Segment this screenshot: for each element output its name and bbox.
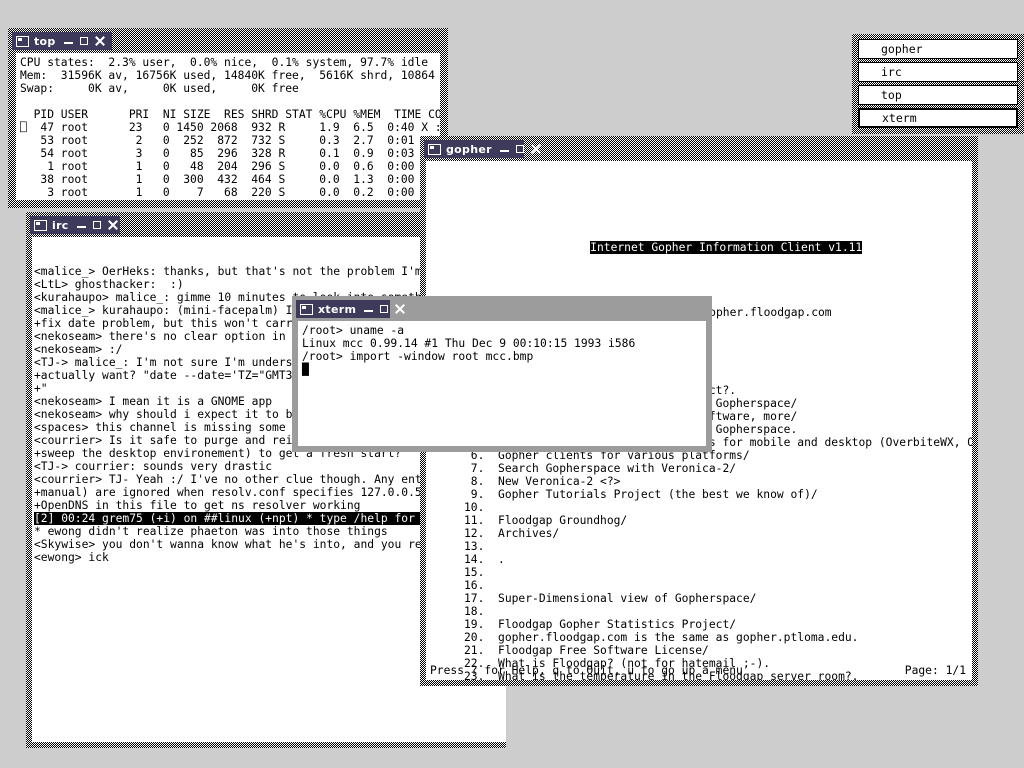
gopher-client-title: Internet Gopher Information Client v1.11 [590, 241, 863, 254]
maximize-icon[interactable] [80, 37, 88, 45]
close-icon[interactable] [395, 304, 405, 314]
minimize-icon[interactable] [499, 149, 509, 152]
desktop-root: top CPU states: 2.3% user, 0.0% nice, 0.… [0, 0, 1024, 768]
top-output-line: Mem: 31596K av, 16756K used, 14840K free… [20, 69, 440, 82]
maximize-icon[interactable] [92, 221, 101, 229]
gopher-menu-item[interactable]: 7. Search Gopherspace with Veronica-2/ [430, 462, 968, 475]
gopher-menu-item[interactable]: 12. Archives/ [430, 527, 968, 540]
gopher-status-left: Press ? for Help, q to Quit, u to go up … [430, 664, 743, 677]
window-list-item-label: irc [881, 65, 902, 79]
gopher-spacer-2 [430, 267, 968, 280]
window-irc-title: irc [52, 218, 69, 232]
top-output-line: 54 root 3 0 85 296 328 R 0.1 0.9 0:03 to… [20, 147, 440, 160]
maximize-icon[interactable] [515, 145, 524, 153]
close-icon[interactable] [95, 36, 105, 46]
top-output-line: CPU states: 2.3% user, 0.0% nice, 0.1% s… [20, 56, 429, 69]
gopher-menu-item[interactable]: 11. Floodgap Groundhog/ [430, 514, 968, 527]
xterm-cursor: █ [302, 363, 309, 376]
window-menu-icon[interactable] [428, 143, 441, 155]
window-gopher-title: gopher [446, 142, 492, 156]
gopher-menu-item[interactable]: 15. [430, 566, 968, 579]
top-output-line [20, 95, 436, 108]
gopher-menu-item[interactable]: 20. gopher.floodgap.com is the same as g… [430, 631, 968, 644]
gopher-menu-item[interactable]: 10. [430, 501, 968, 514]
window-xterm[interactable]: xterm /root> uname -a Linux mcc 0.99.14 #… [292, 296, 712, 452]
window-list-item-gopher[interactable]: gopher [858, 39, 1018, 59]
gopher-menu-item[interactable]: 18. [430, 605, 968, 618]
gopher-menu-item[interactable]: 8. New Veronica-2 <?> [430, 475, 968, 488]
window-menu-icon[interactable] [300, 303, 313, 315]
gopher-menu-item[interactable]: 21. Floodgap Free Software License/ [430, 644, 968, 657]
gopher-menu-item[interactable]: 13. [430, 540, 968, 553]
window-list-item-label: top [881, 88, 902, 102]
window-menu-icon[interactable] [16, 35, 29, 47]
window-list-item-label: gopher [881, 42, 923, 56]
window-menu-icon[interactable] [34, 219, 47, 231]
maximize-icon[interactable] [380, 305, 389, 313]
minimize-icon[interactable] [76, 225, 86, 228]
window-list-item-top[interactable]: top [858, 85, 1018, 105]
xterm-output-line: Linux mcc 0.99.14 #1 Thu Dec 9 00:10:15 … [302, 337, 636, 350]
gopher-menu-item[interactable]: 16. [430, 579, 968, 592]
window-list-item-label: xterm [882, 111, 917, 125]
window-xterm-buttons[interactable] [364, 304, 408, 314]
gopher-menu-item[interactable]: 19. Floodgap Gopher Statistics Project/ [430, 618, 968, 631]
top-process-output: CPU states: 2.3% user, 0.0% nice, 0.1% s… [16, 53, 440, 200]
gopher-menu-item[interactable]: 17. Super-Dimensional view of Gopherspac… [430, 592, 968, 605]
top-output-line: 53 root 2 0 252 872 732 S 0.3 2.7 0:01 x… [20, 134, 440, 147]
window-irc-buttons[interactable] [76, 220, 121, 230]
window-top-buttons[interactable] [64, 36, 108, 46]
top-output-line: 38 root 1 0 300 432 464 S 0.0 1.3 0:00 -… [20, 173, 440, 186]
gopher-spacer [430, 189, 968, 202]
top-output-line: PID USER PRI NI SIZE RES SHRD STAT %CPU … [20, 108, 440, 121]
window-top[interactable]: top CPU states: 2.3% user, 0.0% nice, 0.… [8, 28, 448, 208]
top-output-line: 3 root 1 0 7 68 220 S 0.0 0.2 0:00 /etc/… [20, 186, 440, 199]
xterm-output-line: /root> import -window root mcc.bmp [302, 350, 534, 363]
minimize-icon[interactable] [364, 309, 374, 312]
window-gopher-titlebar[interactable]: gopher [424, 140, 524, 158]
top-output-line: 1 root 1 0 48 204 296 S 0.0 0.6 0:00 ini… [20, 160, 440, 173]
gopher-status-right: Page: 1/1 [904, 664, 966, 677]
window-list-item-xterm[interactable]: xterm [858, 108, 1018, 128]
minimize-icon[interactable] [64, 41, 73, 44]
window-list-item-irc[interactable]: irc [858, 62, 1018, 82]
top-output-line: ⎕ 47 root 23 0 1450 2068 932 R 1.9 6.5 0… [20, 121, 440, 134]
window-top-title: top [34, 34, 56, 48]
gopher-header-row: Internet Gopher Information Client v1.11 [430, 228, 968, 254]
gopher-status-bar: Press ? for Help, q to Quit, u to go up … [430, 664, 966, 677]
window-xterm-title: xterm [318, 302, 357, 316]
window-list-panel[interactable]: gopher irc top xterm [852, 34, 1024, 134]
window-xterm-titlebar[interactable]: xterm [296, 300, 390, 318]
window-gopher-buttons[interactable] [499, 144, 544, 154]
gopher-menu-item[interactable]: 14. . [430, 553, 968, 566]
close-icon[interactable] [531, 144, 541, 154]
top-output-line: Swap: 0K av, 0K used, 0K free [20, 82, 299, 95]
xterm-output-line: /root> uname -a [302, 324, 405, 337]
window-irc-titlebar[interactable]: irc [30, 216, 120, 234]
close-icon[interactable] [108, 220, 118, 230]
xterm-terminal-output[interactable]: /root> uname -a Linux mcc 0.99.14 #1 Thu … [298, 321, 706, 446]
window-top-titlebar[interactable]: top [12, 32, 112, 50]
gopher-menu-item[interactable]: 9. Gopher Tutorials Project (the best we… [430, 488, 968, 501]
